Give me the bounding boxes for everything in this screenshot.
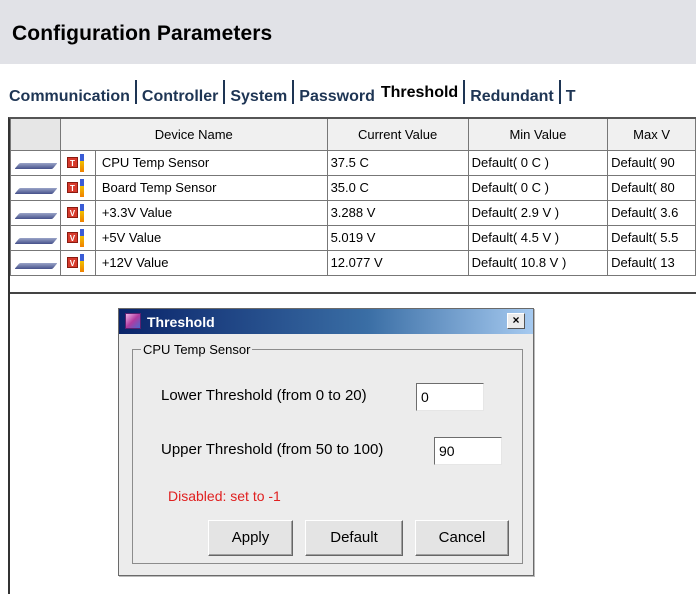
tab-threshold[interactable]: Threshold	[378, 81, 461, 107]
current-value-cell: 37.5 C	[326, 149, 469, 176]
row-selector[interactable]	[10, 224, 61, 251]
row-handle-icon	[14, 187, 58, 194]
max-value-cell: Default( 3.6	[607, 199, 696, 226]
tab-password[interactable]: Password	[296, 81, 378, 107]
max-value-cell: Default( 80	[607, 174, 696, 201]
table-corner-cell	[10, 119, 61, 151]
sensor-type-cell: T	[59, 149, 96, 176]
sensor-level-icon	[79, 253, 84, 272]
close-button[interactable]: ×	[507, 313, 525, 329]
sensor-badge: T	[66, 157, 78, 168]
sensor-level-icon	[79, 203, 84, 222]
table-row[interactable]: T Board Temp Sensor 35.0 C Default( 0 C …	[10, 174, 696, 201]
voltage-icon: V	[61, 251, 94, 274]
tab-separator	[463, 80, 466, 104]
tab-separator	[134, 80, 137, 104]
min-value-cell: Default( 2.9 V )	[467, 199, 609, 226]
sensor-level-icon	[79, 178, 84, 197]
max-value-cell: Default( 90	[607, 149, 696, 176]
column-header-max-value[interactable]: Max V	[607, 119, 696, 151]
voltage-icon: V	[61, 201, 94, 224]
max-value-cell: Default( 13	[607, 249, 696, 276]
device-table: Device Name Current Value Min Value Max …	[10, 119, 696, 276]
device-name-cell: CPU Temp Sensor	[94, 149, 328, 176]
tab-separator	[558, 80, 561, 104]
upper-threshold-label: Upper Threshold (from 50 to 100)	[161, 441, 384, 458]
sensor-type-cell: V	[59, 224, 96, 251]
row-selector[interactable]	[10, 174, 61, 201]
temperature-icon: T	[61, 151, 94, 174]
min-value-cell: Default( 0 C )	[467, 174, 609, 201]
disabled-hint: Disabled: set to -1	[168, 488, 281, 504]
sensor-type-cell: V	[59, 249, 96, 276]
table-row[interactable]: V +12V Value 12.077 V Default( 10.8 V ) …	[10, 249, 696, 276]
dialog-titlebar[interactable]: Threshold ×	[119, 309, 533, 334]
header-bar: Configuration Parameters	[0, 0, 696, 64]
dialog-title: Threshold	[147, 314, 215, 330]
current-value-cell: 3.288 V	[326, 199, 469, 226]
default-button[interactable]: Default	[305, 520, 403, 556]
sensor-type-cell: T	[59, 174, 96, 201]
device-name-cell: +3.3V Value	[94, 199, 328, 226]
row-handle-icon	[14, 237, 58, 244]
cancel-button[interactable]: Cancel	[415, 520, 509, 556]
threshold-dialog: Threshold × CPU Temp Sensor Lower Thresh…	[118, 308, 534, 576]
tab-truncated[interactable]: T	[563, 81, 579, 107]
sensor-badge: V	[66, 257, 78, 268]
table-row[interactable]: V +5V Value 5.019 V Default( 4.5 V ) Def…	[10, 224, 696, 251]
row-selector[interactable]	[10, 199, 61, 226]
sensor-badge: T	[66, 182, 78, 193]
min-value-cell: Default( 10.8 V )	[467, 249, 609, 276]
sensor-level-icon	[79, 153, 84, 172]
device-name-cell: +5V Value	[94, 224, 328, 251]
row-handle-icon	[14, 162, 58, 169]
column-header-current-value[interactable]: Current Value	[326, 119, 469, 151]
voltage-icon: V	[61, 226, 94, 249]
column-header-min-value[interactable]: Min Value	[467, 119, 609, 151]
group-label: CPU Temp Sensor	[141, 342, 253, 357]
current-value-cell: 12.077 V	[326, 249, 469, 276]
min-value-cell: Default( 0 C )	[467, 149, 609, 176]
upper-threshold-input[interactable]	[434, 437, 502, 465]
tab-redundant[interactable]: Redundant	[467, 81, 557, 107]
sensor-badge: V	[66, 207, 78, 218]
app-icon	[125, 313, 141, 329]
sensor-type-cell: V	[59, 199, 96, 226]
current-value-cell: 35.0 C	[326, 174, 469, 201]
current-value-cell: 5.019 V	[326, 224, 469, 251]
lower-threshold-label: Lower Threshold (from 0 to 20)	[161, 387, 367, 404]
table-row[interactable]: V +3.3V Value 3.288 V Default( 2.9 V ) D…	[10, 199, 696, 226]
min-value-cell: Default( 4.5 V )	[467, 224, 609, 251]
sensor-badge: V	[66, 232, 78, 243]
sensor-level-icon	[79, 228, 84, 247]
table-row[interactable]: T CPU Temp Sensor 37.5 C Default( 0 C ) …	[10, 149, 696, 176]
table-bottom-border	[10, 292, 696, 294]
table-header-row: Device Name Current Value Min Value Max …	[10, 119, 696, 151]
tab-separator	[292, 80, 295, 104]
lower-threshold-input[interactable]	[416, 383, 484, 411]
column-header-device-name[interactable]: Device Name	[59, 119, 328, 151]
temperature-icon: T	[61, 176, 94, 199]
page-title: Configuration Parameters	[12, 22, 273, 45]
tab-communication[interactable]: Communication	[6, 81, 133, 107]
tab-bar: Communication Controller System Password Thr…	[6, 80, 696, 116]
apply-button[interactable]: Apply	[208, 520, 293, 556]
max-value-cell: Default( 5.5	[607, 224, 696, 251]
tab-separator	[223, 80, 226, 104]
device-name-cell: Board Temp Sensor	[94, 174, 328, 201]
row-selector[interactable]	[10, 249, 61, 276]
row-handle-icon	[14, 262, 58, 269]
row-selector[interactable]	[10, 149, 61, 176]
tab-system[interactable]: System	[227, 81, 290, 107]
sensor-groupbox: CPU Temp Sensor Lower Threshold (from 0 …	[132, 342, 523, 564]
row-handle-icon	[14, 212, 58, 219]
tab-controller[interactable]: Controller	[139, 81, 221, 107]
device-name-cell: +12V Value	[94, 249, 328, 276]
